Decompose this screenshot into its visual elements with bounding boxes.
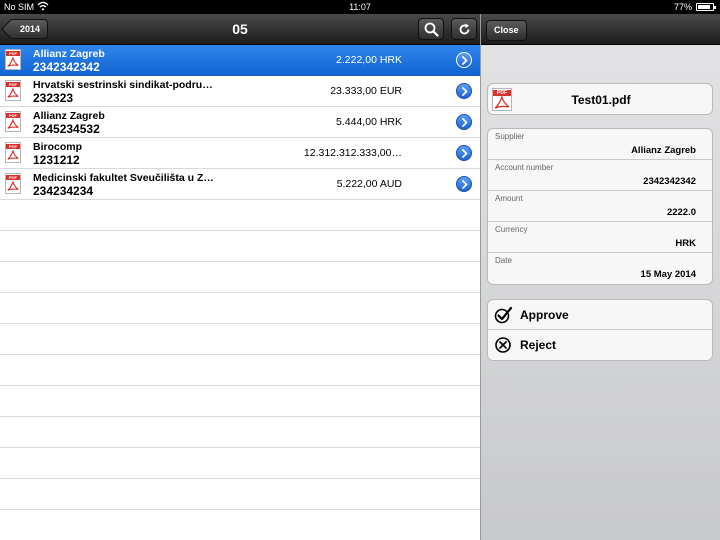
attachment-card[interactable]: PDF Test01.pdf — [487, 83, 713, 115]
field-value: Allianz Zagreb — [631, 145, 696, 156]
field-label: Supplier — [495, 132, 525, 141]
empty-table-row — [0, 324, 480, 355]
attachment-file-name: Test01.pdf — [571, 93, 631, 107]
account-number: 234234234 — [33, 184, 94, 198]
chevron-right-icon — [462, 87, 468, 96]
document-list-pane: 2014 05 PDF Allianz Zagreb 2342342342 2.222… — [0, 14, 480, 540]
field-label: Account number — [495, 163, 554, 172]
reject-label: Reject — [520, 338, 557, 352]
document-fields: Supplier Allianz Zagreb Account number 2342… — [487, 128, 713, 285]
detail-field-date: Date 15 May 2014 — [488, 253, 712, 284]
document-row[interactable]: PDF Birocomp 1231212 12.312.312.333,00… — [0, 138, 480, 169]
chevron-right-icon — [462, 180, 468, 189]
list-navigation-bar: 2014 05 — [0, 14, 480, 45]
field-value: 15 May 2014 — [640, 269, 696, 280]
empty-table-row — [0, 262, 480, 293]
field-value: HRK — [675, 238, 696, 249]
empty-table-row — [0, 479, 480, 510]
detail-field-supplier: Supplier Allianz Zagreb — [488, 129, 712, 160]
refresh-icon — [459, 23, 470, 35]
document-row[interactable]: PDF Allianz Zagreb 2342342342 2.222,00 HRK — [0, 45, 480, 76]
search-button[interactable] — [418, 18, 444, 40]
account-number: 2342342342 — [33, 60, 100, 74]
disclosure-button[interactable] — [456, 83, 472, 99]
chevron-right-icon — [462, 118, 468, 127]
account-number: 1231212 — [33, 153, 80, 167]
empty-table-row — [0, 355, 480, 386]
pdf-file-icon: PDF — [5, 142, 21, 163]
empty-table-row — [0, 448, 480, 479]
checkmark-icon — [494, 306, 513, 324]
disclosure-button[interactable] — [456, 52, 472, 68]
empty-table-row — [0, 417, 480, 448]
detail-field-currency: Currency HRK — [488, 222, 712, 253]
amount: 5.222,00 AUD — [336, 178, 402, 190]
field-label: Amount — [495, 194, 523, 203]
supplier-name: Birocomp — [33, 141, 83, 153]
refresh-button[interactable] — [451, 18, 477, 40]
supplier-name: Hrvatski sestrinski sindikat-podru… — [33, 79, 213, 91]
amount: 12.312.312.333,00… — [303, 147, 402, 159]
detail-field-account-number: Account number 2342342342 — [488, 160, 712, 191]
disclosure-button[interactable] — [456, 145, 472, 161]
search-icon — [424, 22, 439, 37]
document-row[interactable]: PDF Medicinski fakultet Sveučilišta u Z… 2… — [0, 169, 480, 200]
approve-label: Approve — [520, 308, 569, 322]
chevron-right-icon — [462, 56, 468, 65]
document-row[interactable]: PDF Allianz Zagreb 2345234532 5.444,00 HRK — [0, 107, 480, 138]
approve-button[interactable]: Approve — [488, 300, 712, 330]
page-title: 05 — [232, 21, 248, 37]
pdf-file-icon: PDF — [5, 111, 21, 132]
detail-navigation-bar: Close — [481, 14, 720, 45]
account-number: 2345234532 — [33, 122, 100, 136]
empty-table-row — [0, 293, 480, 324]
field-label: Currency — [495, 225, 528, 234]
supplier-name: Allianz Zagreb — [33, 110, 105, 122]
empty-table-row — [0, 200, 480, 231]
battery-percentage: 77% — [673, 2, 692, 12]
document-row[interactable]: PDF Hrvatski sestrinski sindikat-podru… 23… — [0, 76, 480, 107]
document-list: PDF Allianz Zagreb 2342342342 2.222,00 HRK P… — [0, 45, 480, 540]
document-detail-pane: Close PDF Test01.pdf Supplier Allianz Zag… — [480, 14, 720, 540]
disclosure-button[interactable] — [456, 176, 472, 192]
account-number: 232323 — [33, 91, 74, 105]
field-value: 2222.0 — [666, 207, 696, 218]
field-label: Date — [495, 256, 512, 265]
chevron-right-icon — [462, 149, 468, 158]
amount: 2.222,00 HRK — [336, 54, 402, 66]
amount: 5.444,00 HRK — [336, 116, 402, 128]
empty-table-row — [0, 231, 480, 262]
clock: 11:07 — [349, 2, 371, 12]
reject-button[interactable]: Reject — [488, 330, 712, 360]
amount: 23.333,00 EUR — [330, 85, 402, 97]
battery-icon — [696, 3, 716, 11]
disclosure-button[interactable] — [456, 114, 472, 130]
supplier-name: Medicinski fakultet Sveučilišta u Z… — [33, 172, 214, 184]
pdf-file-icon: PDF — [5, 49, 21, 70]
empty-table-row — [0, 510, 480, 540]
empty-table-row — [0, 386, 480, 417]
field-value: 2342342342 — [643, 176, 696, 187]
status-bar: No SIM 11:07 77% — [0, 0, 720, 14]
supplier-name: Allianz Zagreb — [33, 48, 105, 60]
detail-field-amount: Amount 2222.0 — [488, 191, 712, 222]
action-group: Approve Reject — [487, 299, 713, 361]
x-circle-icon — [495, 337, 511, 353]
pdf-file-icon: PDF — [5, 80, 21, 101]
close-button[interactable]: Close — [486, 20, 527, 41]
pdf-file-icon: PDF — [5, 173, 21, 194]
